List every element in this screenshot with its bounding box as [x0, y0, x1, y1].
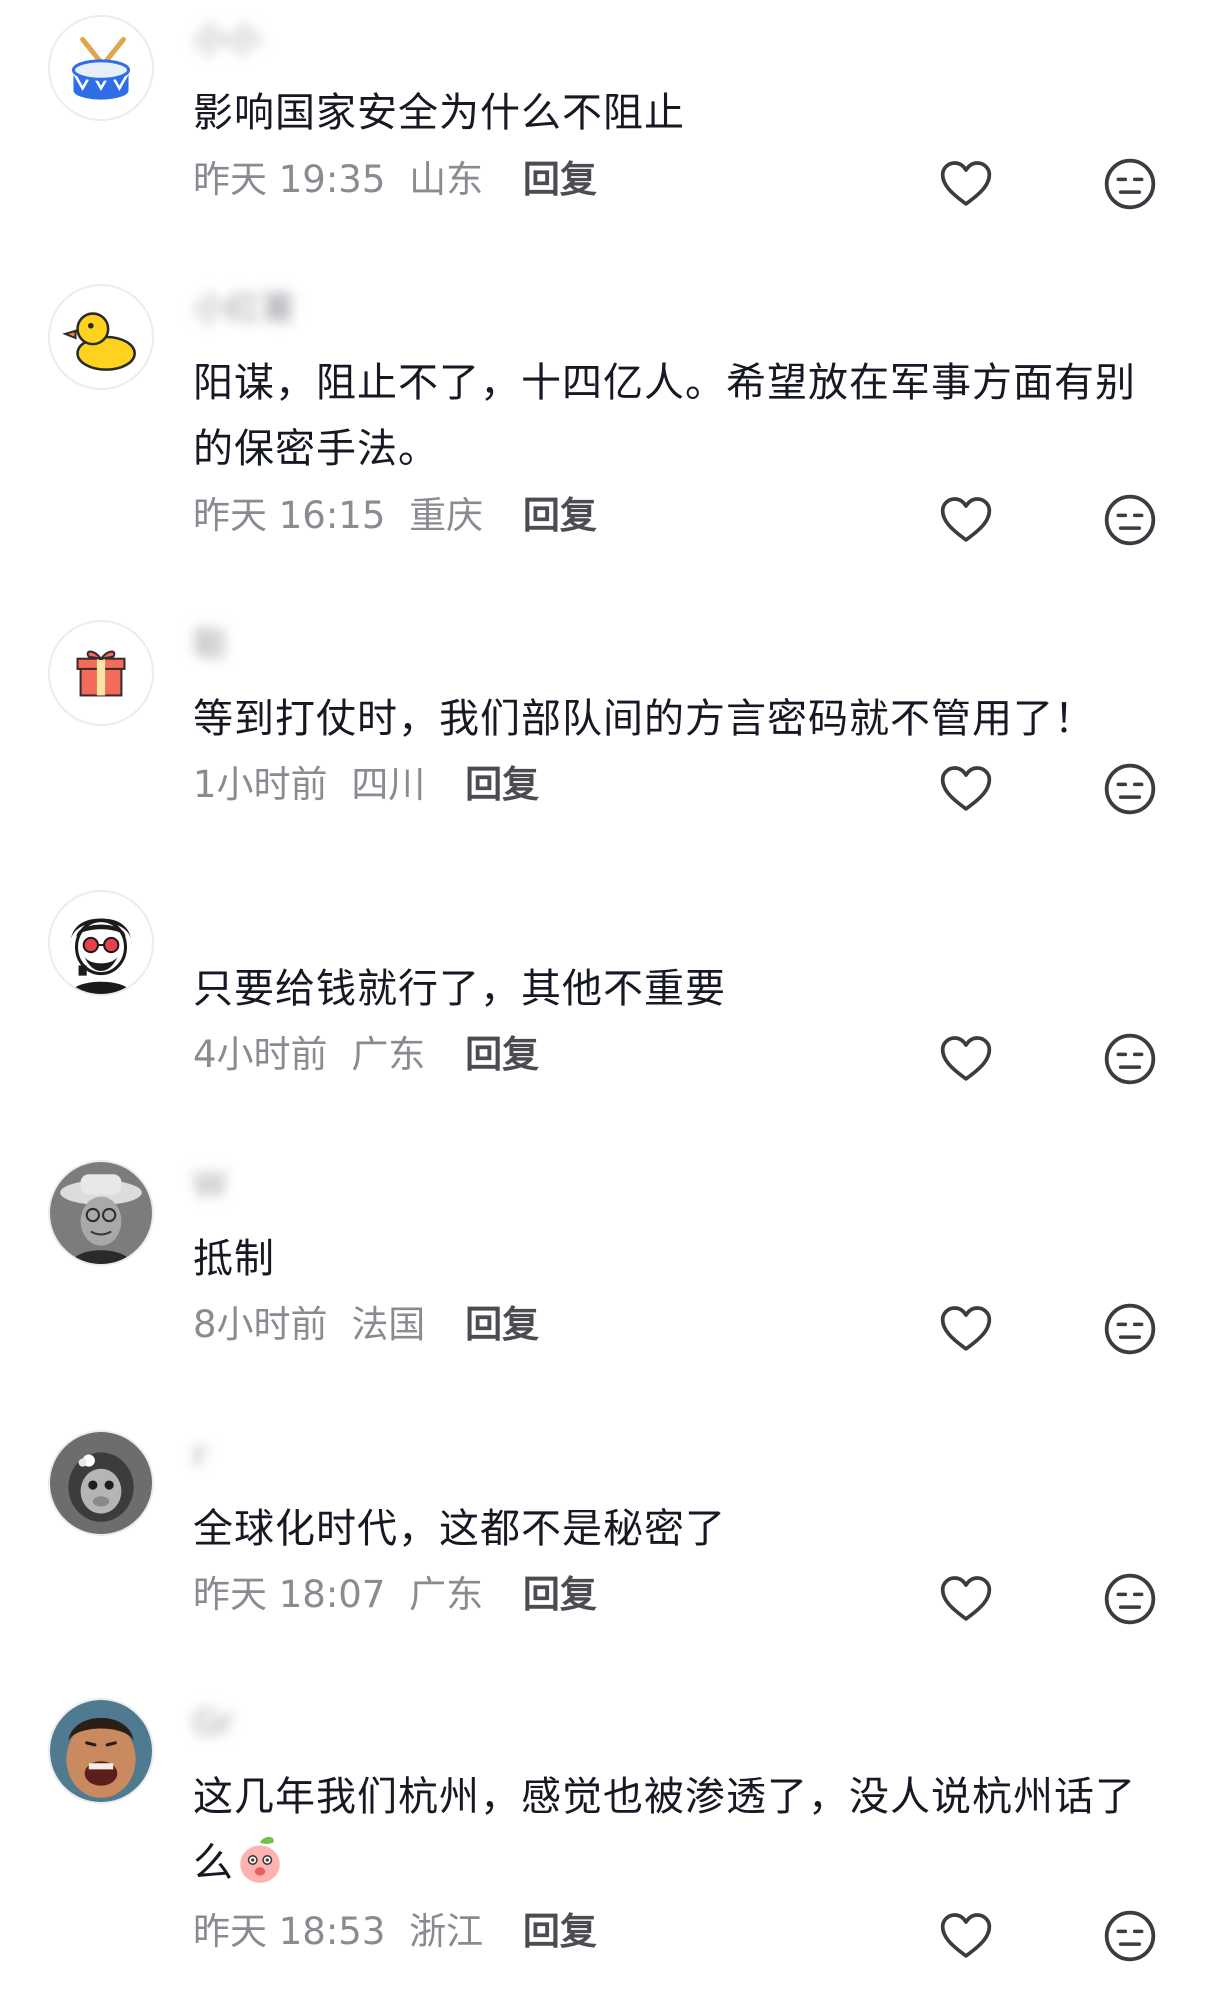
- comment-time: 昨天 16:15: [193, 494, 386, 537]
- like-button[interactable]: [938, 1301, 994, 1357]
- username[interactable]: r: [193, 1435, 207, 1475]
- comment-location: 法国: [351, 1303, 426, 1346]
- comment-meta: 1小时前 四川 回复: [193, 763, 539, 807]
- avatar[interactable]: [48, 1698, 154, 1804]
- like-button[interactable]: [938, 1031, 994, 1087]
- neutral-face-icon: [1104, 1303, 1156, 1355]
- comment-time: 4小时前: [193, 1033, 328, 1076]
- avatar[interactable]: [48, 284, 154, 390]
- comment-location: 浙江: [409, 1910, 484, 1953]
- dislike-button[interactable]: [1102, 1301, 1158, 1357]
- heart-icon: [940, 1036, 992, 1081]
- username[interactable]: Gr: [193, 1703, 233, 1743]
- comment-time: 1小时前: [193, 763, 328, 806]
- gift-icon: [50, 622, 152, 724]
- dislike-button[interactable]: [1102, 156, 1158, 212]
- like-button[interactable]: [938, 492, 994, 548]
- neutral-face-icon: [1104, 1033, 1156, 1085]
- monkey-photo: [50, 1432, 152, 1534]
- dislike-button[interactable]: [1102, 1031, 1158, 1087]
- neutral-face-icon: [1104, 1910, 1156, 1962]
- neutral-face-icon: [1104, 763, 1156, 815]
- comment-location: 重庆: [409, 494, 484, 537]
- comment-text: 这几年我们杭州，感觉也被渗透了，没人说杭州话了么: [193, 1764, 1163, 1896]
- comment-text: 影响国家安全为什么不阻止: [193, 90, 685, 136]
- comment-meta: 昨天 19:35 山东 回复: [193, 158, 597, 202]
- like-button[interactable]: [938, 1908, 994, 1964]
- cartoon-man-icon: [50, 892, 152, 994]
- comment-text: 阳谋，阻止不了，十四亿人。希望放在军事方面有别的保密手法。: [193, 360, 1136, 472]
- comment-location: 山东: [409, 158, 484, 201]
- comment-time: 昨天 18:53: [193, 1910, 386, 1953]
- comment-location: 广东: [409, 1573, 484, 1616]
- heart-icon: [940, 497, 992, 542]
- reply-button[interactable]: 回复: [523, 1573, 597, 1616]
- like-button[interactable]: [938, 156, 994, 212]
- username[interactable]: W: [193, 1165, 227, 1205]
- drum-icon: [50, 17, 152, 119]
- username[interactable]: 小小: [193, 20, 261, 60]
- comment-meta: 4小时前 广东 回复: [193, 1033, 539, 1077]
- man-with-hat-photo: [50, 1162, 152, 1264]
- comment-text: 抵制: [193, 1236, 275, 1282]
- comment-meta: 昨天 16:15 重庆 回复: [193, 494, 597, 538]
- heart-icon: [940, 1576, 992, 1621]
- dislike-button[interactable]: [1102, 761, 1158, 817]
- peach-emoji-icon: [240, 1836, 280, 1883]
- comment-time: 昨天 18:07: [193, 1573, 386, 1616]
- heart-icon: [940, 1306, 992, 1351]
- neutral-face-icon: [1104, 158, 1156, 210]
- comment-text: 全球化时代，这都不是秘密了: [193, 1506, 726, 1552]
- reply-button[interactable]: 回复: [523, 158, 597, 201]
- avatar[interactable]: [48, 890, 154, 996]
- avatar[interactable]: [48, 1430, 154, 1536]
- comment-text-content: 这几年我们杭州，感觉也被渗透了，没人说杭州话了么: [193, 1774, 1136, 1886]
- reply-button[interactable]: 回复: [465, 1303, 539, 1346]
- reply-button[interactable]: 回复: [465, 763, 539, 806]
- heart-icon: [940, 161, 992, 206]
- neutral-face-icon: [1104, 494, 1156, 546]
- comment-meta: 8小时前 法国 回复: [193, 1303, 539, 1347]
- comment-meta: 昨天 18:07 广东 回复: [193, 1573, 597, 1617]
- dislike-button[interactable]: [1102, 1908, 1158, 1964]
- comment-meta: 昨天 18:53 浙江 回复: [193, 1910, 597, 1954]
- comment-location: 广东: [351, 1033, 426, 1076]
- heart-icon: [940, 1913, 992, 1958]
- username[interactable]: 聪: [193, 625, 227, 665]
- like-button[interactable]: [938, 1571, 994, 1627]
- neutral-face-icon: [1104, 1573, 1156, 1625]
- reply-button[interactable]: 回复: [523, 1910, 597, 1953]
- reply-button[interactable]: 回复: [465, 1033, 539, 1076]
- username[interactable]: 小红薯: [193, 289, 295, 329]
- like-button[interactable]: [938, 761, 994, 817]
- dislike-button[interactable]: [1102, 1571, 1158, 1627]
- avatar[interactable]: [48, 620, 154, 726]
- avatar[interactable]: [48, 15, 154, 121]
- comment-text: 等到打仗时，我们部队间的方言密码就不管用了！: [193, 696, 1095, 742]
- dislike-button[interactable]: [1102, 492, 1158, 548]
- comment-text: 只要给钱就行了，其他不重要: [193, 966, 726, 1012]
- reply-button[interactable]: 回复: [523, 494, 597, 537]
- comment-time: 8小时前: [193, 1303, 328, 1346]
- comment-location: 四川: [351, 763, 426, 806]
- heart-icon: [940, 766, 992, 811]
- duck-icon: [50, 286, 152, 388]
- laughing-man-photo: [50, 1700, 152, 1802]
- avatar[interactable]: [48, 1160, 154, 1266]
- comment-time: 昨天 19:35: [193, 158, 386, 201]
